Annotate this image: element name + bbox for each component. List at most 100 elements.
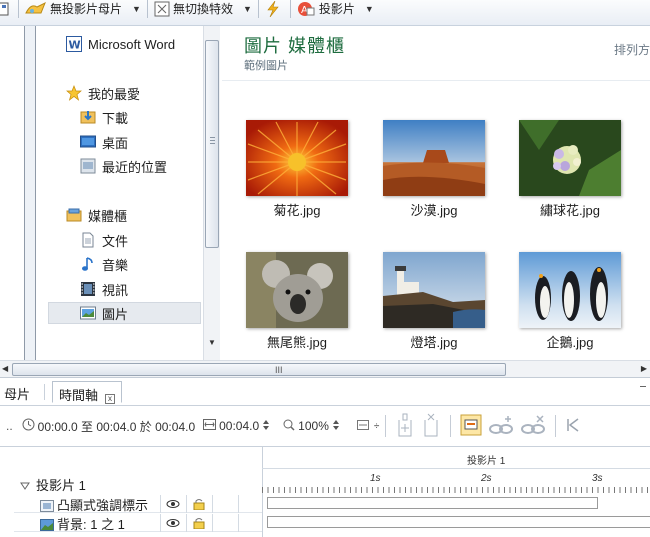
- new-slide-dropdown[interactable]: A 投影片 ▼: [297, 0, 374, 21]
- nav-scroll-thumb[interactable]: [205, 40, 219, 248]
- download-folder-icon: [80, 109, 96, 125]
- nav-item-label: 最近的位置: [102, 159, 168, 175]
- timeline-track-bar[interactable]: [267, 516, 650, 528]
- music-icon: [80, 256, 96, 272]
- timeline-slide-label: 投影片 1: [467, 456, 506, 467]
- document-icon: [80, 232, 96, 248]
- skip-to-start-icon[interactable]: [565, 417, 581, 436]
- top-toolbar: 無投影片母片 ▼ 無切換特效 ▼ A 投影片 ▼: [0, 0, 650, 26]
- eye-icon: [166, 500, 179, 508]
- visibility-toggle[interactable]: [160, 495, 184, 513]
- thumbnail-desert[interactable]: [383, 120, 485, 196]
- library-icon: [66, 207, 82, 223]
- link-remove-icon[interactable]: [520, 414, 546, 439]
- lock-toggle[interactable]: [186, 495, 210, 513]
- visibility-toggle[interactable]: [160, 514, 184, 532]
- ruler-tick-label: 3s: [592, 473, 603, 484]
- remove-animation-icon[interactable]: [421, 412, 441, 441]
- thumbnail-koala[interactable]: [246, 252, 348, 328]
- timeline-row[interactable]: 凸顯式強調標示: [14, 495, 262, 513]
- close-icon[interactable]: x: [105, 394, 116, 404]
- theme-icon: [25, 1, 46, 17]
- lightning-icon: [265, 0, 281, 17]
- thumbnail-penguins[interactable]: [519, 252, 621, 328]
- spinner-icon[interactable]: [332, 419, 340, 434]
- scroll-right-arrow-icon[interactable]: ▶: [641, 364, 647, 373]
- horizontal-scroll-thumb[interactable]: III: [12, 363, 506, 376]
- image-caption[interactable]: 企鵝.jpg: [505, 332, 635, 351]
- background-image-icon: [40, 519, 54, 534]
- image-caption[interactable]: 燈塔.jpg: [369, 332, 499, 351]
- nav-item-label: 音樂: [102, 257, 129, 273]
- slide-master-label: 無投影片母片: [50, 2, 123, 16]
- nav-item-libraries[interactable]: 媒體櫃: [66, 204, 127, 226]
- nav-item-recent-places[interactable]: 最近的位置: [80, 155, 167, 177]
- thumbnail-hydrangeas[interactable]: [519, 120, 621, 196]
- clock-icon: [22, 418, 35, 434]
- nav-item-downloads[interactable]: 下載: [80, 106, 128, 128]
- nav-item-documents[interactable]: 文件: [80, 229, 128, 251]
- image-caption[interactable]: 無尾熊.jpg: [232, 332, 362, 351]
- transition-dropdown[interactable]: 無切換特效 ▼: [154, 0, 252, 21]
- lock-icon: [193, 499, 204, 510]
- image-caption[interactable]: 菊花.jpg: [232, 200, 362, 219]
- arrange-by-label[interactable]: 排列方: [614, 41, 650, 58]
- dropdown-arrow-icon: ▼: [242, 3, 252, 14]
- animation-button[interactable]: [265, 0, 284, 21]
- nav-item-desktop[interactable]: 桌面: [80, 131, 128, 153]
- toolbar-edge-icon[interactable]: [0, 0, 12, 21]
- row-label: 背景: 1 之 1: [57, 517, 125, 532]
- nav-item-favorites[interactable]: 我的最愛: [66, 82, 140, 104]
- minimize-icon[interactable]: [640, 386, 646, 387]
- scroll-left-arrow-icon[interactable]: ◀: [2, 364, 8, 373]
- nav-pane-frame: [24, 26, 36, 360]
- nav-item-pictures[interactable]: 圖片: [48, 302, 201, 324]
- slide-group-row[interactable]: 投影片 1: [20, 475, 86, 494]
- horizontal-scrollbar[interactable]: ◀ III ▶: [0, 360, 650, 378]
- highlight-object-icon: [40, 500, 54, 515]
- nav-vertical-scrollbar[interactable]: ▼: [203, 26, 220, 360]
- nav-item-label: Microsoft Word: [88, 36, 176, 52]
- timeline-row[interactable]: 背景: 1 之 1: [14, 514, 262, 532]
- link-add-icon[interactable]: [488, 414, 514, 439]
- eye-icon: [166, 519, 179, 527]
- nav-item-microsoft-word[interactable]: W Microsoft Word: [66, 33, 175, 55]
- spinner-icon[interactable]: [262, 419, 270, 434]
- thumbnail-chrysanthemum[interactable]: [246, 120, 348, 196]
- recent-places-icon: [80, 158, 96, 174]
- zoom-icon: [283, 419, 295, 434]
- tab-timeline[interactable]: 時間軸 x: [52, 381, 122, 404]
- scroll-down-arrow-icon[interactable]: ▼: [208, 338, 216, 347]
- lock-toggle[interactable]: [186, 514, 210, 532]
- nav-item-videos[interactable]: 視訊: [80, 278, 128, 300]
- duration-field[interactable]: 00:04.0: [219, 419, 259, 433]
- zoom-field[interactable]: 100%: [298, 419, 329, 433]
- row-label: 凸顯式強調標示: [57, 498, 149, 513]
- effect-icon[interactable]: [460, 414, 482, 439]
- nav-item-label: 視訊: [102, 282, 129, 298]
- library-subtitle: 範例圖片: [244, 60, 288, 72]
- slide-group-label: 投影片 1: [36, 478, 86, 493]
- transition-label: 無切換特效: [172, 2, 233, 16]
- image-caption[interactable]: 沙漠.jpg: [369, 200, 499, 219]
- collapse-triangle-icon[interactable]: [20, 478, 30, 493]
- image-caption[interactable]: 繡球花.jpg: [505, 200, 635, 219]
- nav-item-label: 文件: [102, 233, 129, 249]
- thumbnail-lighthouse[interactable]: [383, 252, 485, 328]
- nav-item-music[interactable]: 音樂: [80, 253, 128, 275]
- slide-master-dropdown[interactable]: 無投影片母片 ▼: [25, 0, 141, 21]
- time-ruler[interactable]: 1s 2s 3s: [262, 469, 650, 495]
- time-range-text: 00:00.0 至 00:04.0 於 00:04.0: [37, 419, 196, 434]
- dropdown-arrow-icon: ▼: [364, 3, 374, 14]
- timeline-grid: 投影片 1 1s 2s 3s 投影片 1 凸顯式強調標示 背景: 1 之 1: [0, 446, 650, 537]
- ruler-tick-label: 1s: [370, 473, 381, 484]
- timeline-track-bar[interactable]: [267, 497, 598, 509]
- transition-icon: [154, 1, 170, 17]
- tab-master[interactable]: 母片: [4, 384, 30, 403]
- timeline-header: 投影片 1: [262, 447, 650, 469]
- add-animation-icon[interactable]: [395, 412, 415, 441]
- nav-item-label: 圖片: [102, 306, 129, 322]
- new-slide-label: 投影片: [318, 2, 355, 16]
- desktop-icon: [80, 134, 96, 150]
- dropdown-arrow-icon: ▼: [132, 3, 141, 14]
